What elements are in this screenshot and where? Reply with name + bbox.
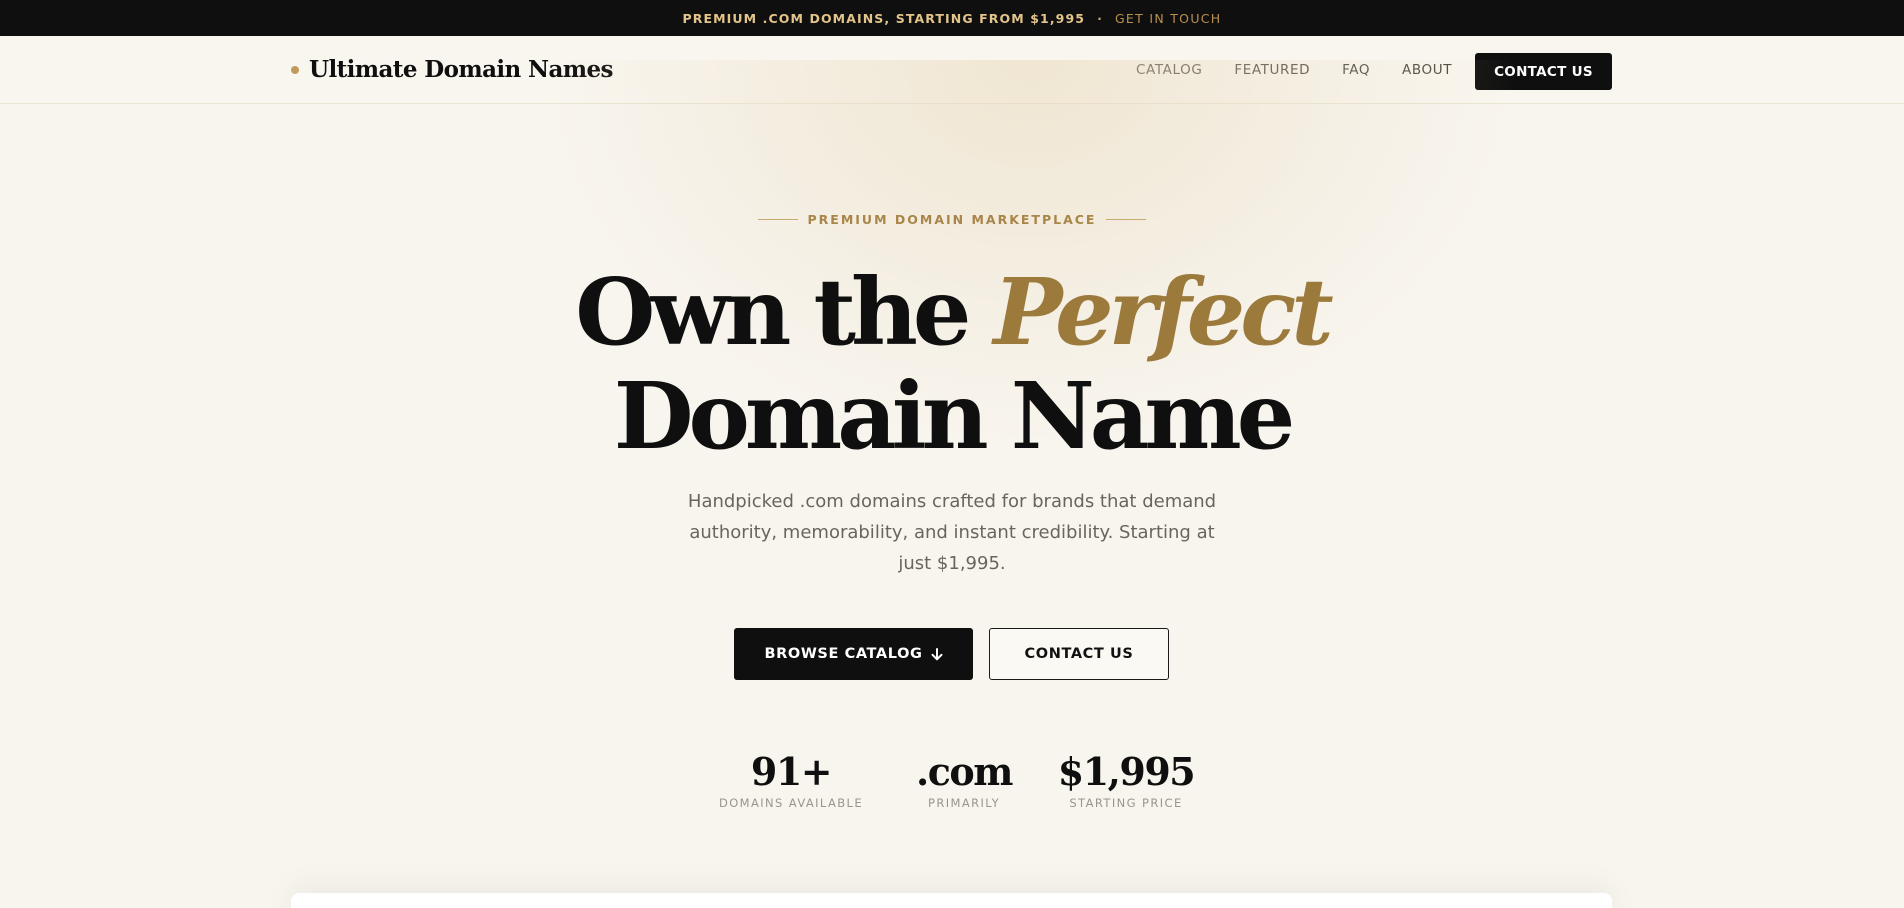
nav-link-catalog[interactable]: CATALOG — [1136, 62, 1202, 78]
main-nav: Ultimate Domain Names CATALOG FEATURED F… — [0, 36, 1904, 104]
stat-label: DOMAINS AVAILABLE — [718, 796, 864, 810]
catalog-card — [291, 893, 1612, 908]
nav-link-faq[interactable]: FAQ — [1342, 62, 1370, 78]
stat-value: $1,995 — [1057, 749, 1196, 794]
nav-contact-button[interactable]: CONTACT US — [1475, 53, 1612, 90]
stat-domains: 91+ DOMAINS AVAILABLE — [716, 749, 866, 811]
brand-dot-icon — [291, 65, 299, 74]
nav-links: CATALOG FEATURED FAQ ABOUT — [1136, 62, 1452, 78]
browse-catalog-button[interactable]: BROWSE CATALOG — [734, 628, 973, 680]
announcement-separator: · — [1097, 10, 1103, 26]
hero-headline: Own the Perfect Domain Name — [0, 260, 1904, 468]
nav-link-about[interactable]: ABOUT — [1402, 62, 1452, 78]
headline-accent: Perfect — [993, 258, 1333, 366]
hero-description: Handpicked .com domains crafted for bran… — [687, 491, 1217, 574]
stat-value: 91+ — [750, 749, 833, 794]
arrow-down-icon — [931, 647, 942, 660]
headline-line2: Domain Name — [613, 362, 1296, 470]
hero-eyebrow: PREMIUM DOMAIN MARKETPLACE — [0, 212, 1904, 227]
headline-part1: Own the — [575, 258, 994, 366]
brand-name: Ultimate Domain Names — [309, 56, 614, 83]
announcement-text: PREMIUM .COM DOMAINS, STARTING FROM $1,9… — [682, 10, 1086, 26]
eyebrow-text: PREMIUM DOMAIN MARKETPLACE — [807, 212, 1097, 227]
nav-link-featured[interactable]: FEATURED — [1234, 62, 1310, 78]
brand-logo[interactable]: Ultimate Domain Names — [291, 56, 614, 83]
stat-value: .com — [916, 749, 1013, 794]
announcement-bar: PREMIUM .COM DOMAINS, STARTING FROM $1,9… — [0, 0, 1904, 36]
get-in-touch-link[interactable]: GET IN TOUCH — [1115, 11, 1222, 26]
stat-tld: .com PRIMARILY — [904, 749, 1024, 811]
stat-label: PRIMARILY — [928, 796, 1000, 810]
hero-contact-button[interactable]: CONTACT US — [989, 628, 1169, 680]
stat-label: STARTING PRICE — [1069, 796, 1183, 810]
browse-catalog-label: BROWSE CATALOG — [764, 646, 923, 662]
eyebrow-line-right — [1106, 219, 1147, 220]
stat-price: $1,995 STARTING PRICE — [1056, 749, 1196, 811]
eyebrow-line-left — [757, 219, 798, 220]
